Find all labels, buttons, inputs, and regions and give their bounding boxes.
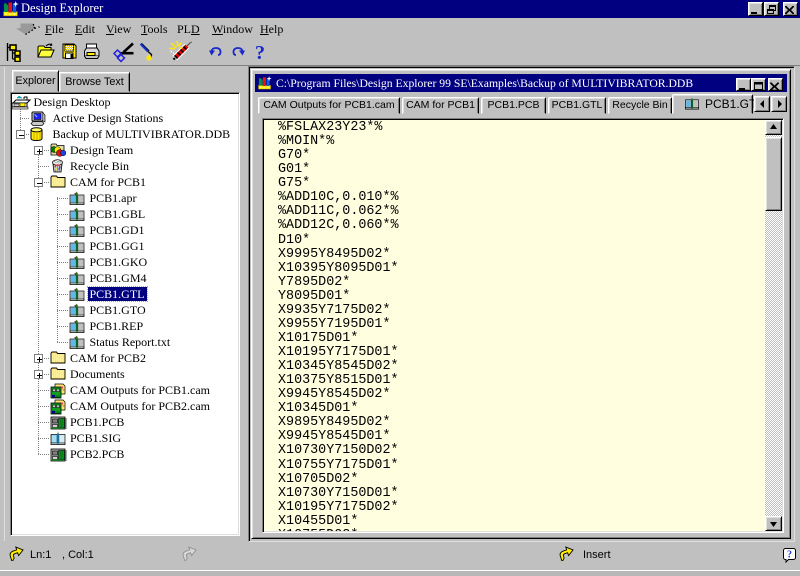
svg-text:?: ? — [787, 550, 792, 561]
